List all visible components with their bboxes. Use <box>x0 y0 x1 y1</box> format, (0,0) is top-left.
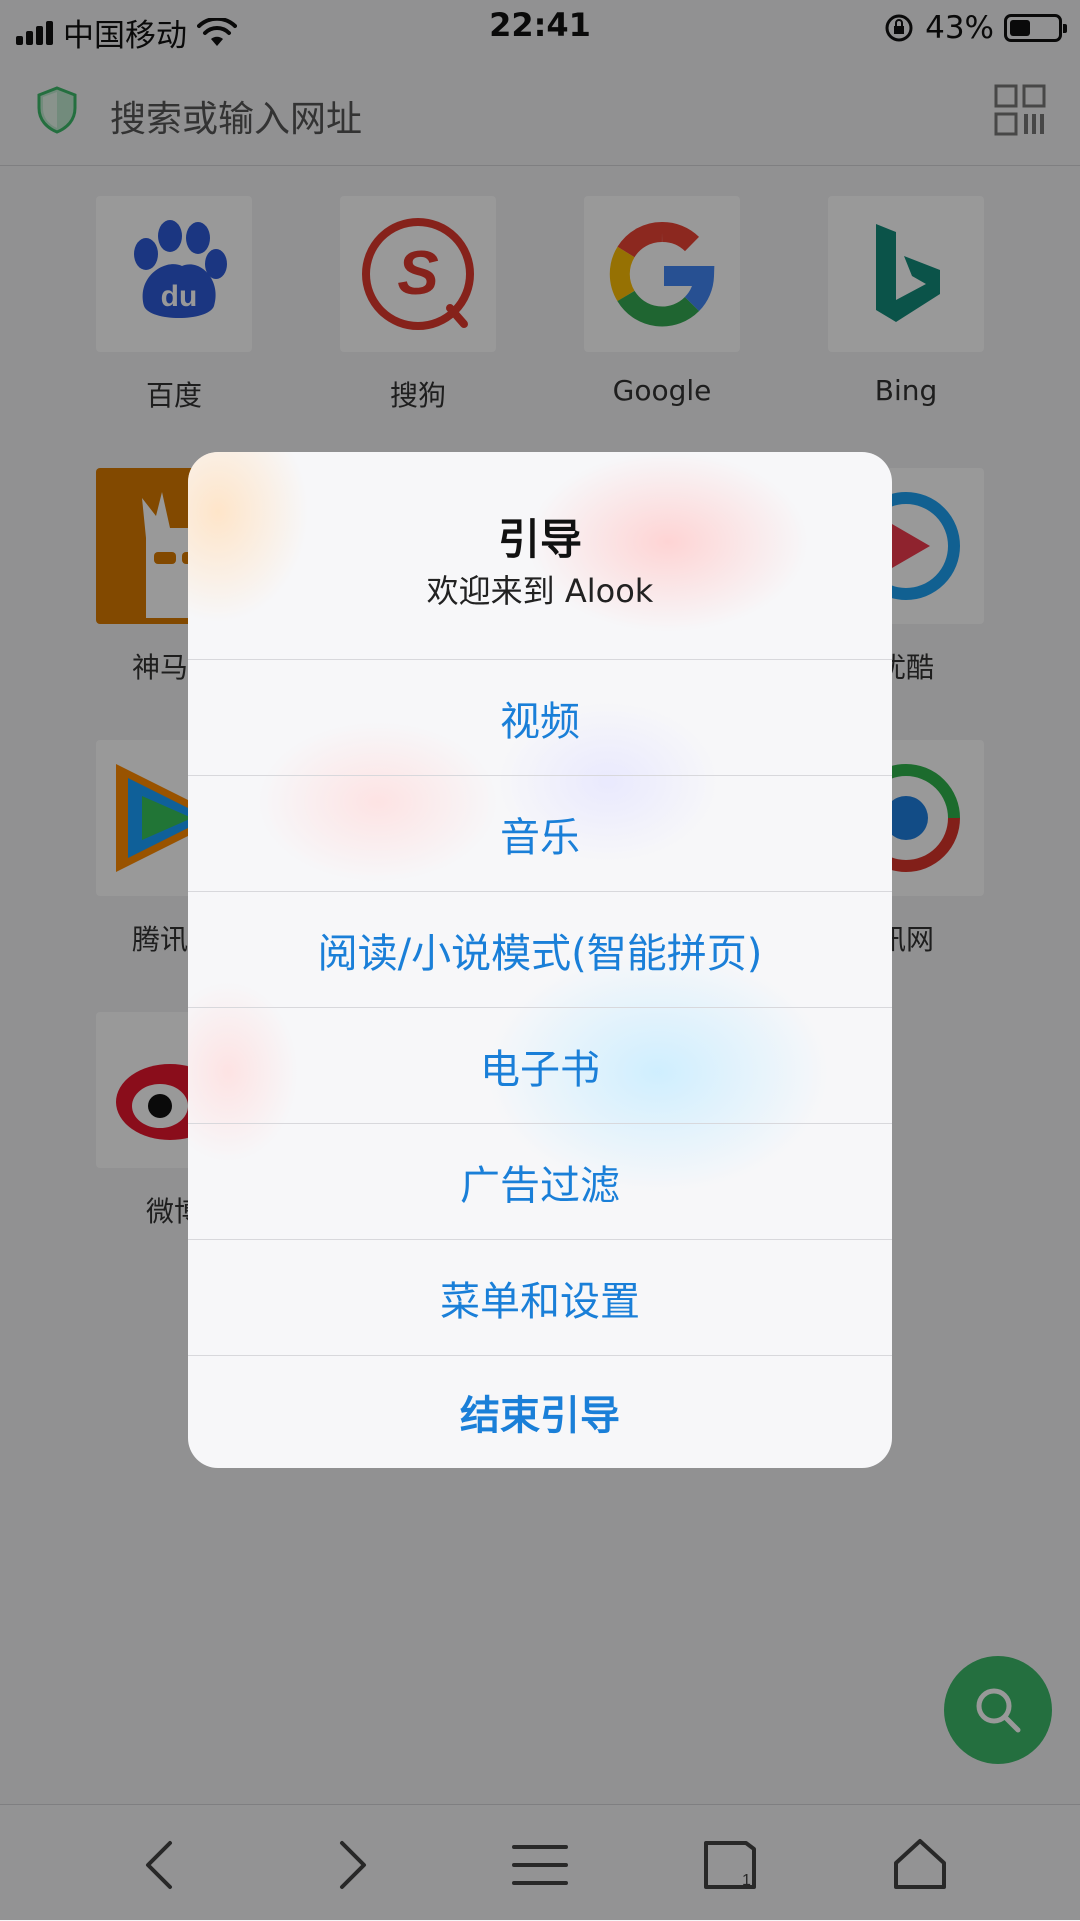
guide-dialog: 引导 欢迎来到 Alook 视频 音乐 阅读/小说模式(智能拼页) 电子书 广告… <box>188 452 892 1468</box>
guide-option-video[interactable]: 视频 <box>188 660 892 776</box>
guide-option-reading-mode[interactable]: 阅读/小说模式(智能拼页) <box>188 892 892 1008</box>
guide-option-menu-settings[interactable]: 菜单和设置 <box>188 1240 892 1356</box>
dialog-subtitle: 欢迎来到 Alook <box>426 572 654 610</box>
guide-option-ad-filter[interactable]: 广告过滤 <box>188 1124 892 1240</box>
guide-option-ebook[interactable]: 电子书 <box>188 1008 892 1124</box>
dialog-title: 引导 <box>497 515 582 564</box>
guide-option-music[interactable]: 音乐 <box>188 776 892 892</box>
dialog-header: 引导 欢迎来到 Alook <box>188 452 892 660</box>
end-guide-button[interactable]: 结束引导 <box>188 1356 892 1468</box>
